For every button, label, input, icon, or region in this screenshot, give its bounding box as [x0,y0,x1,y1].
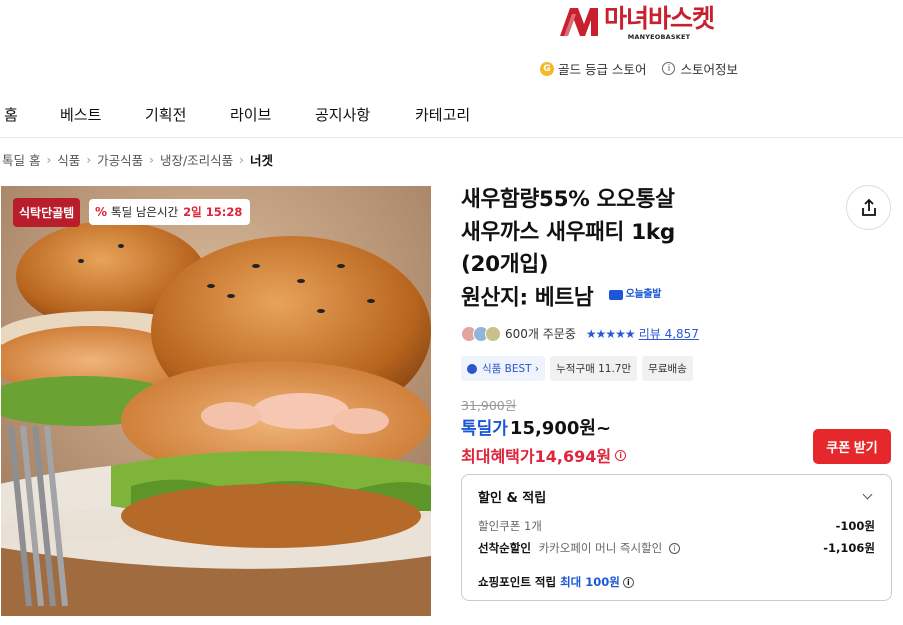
rating-row: 600개 주문중 ★★★★★ 리뷰 4,857 [461,325,699,342]
chevron-right-icon: › [86,152,92,167]
tag-free-shipping: 무료배송 [642,356,693,381]
star-rating-icon: ★★★★★ [585,326,636,341]
share-button[interactable] [846,185,891,230]
deal-price-row: 톡딜가 15,900원~ [461,414,611,440]
nav-exhibition[interactable]: 기획전 [145,104,186,125]
coupon-button[interactable]: 쿠폰 받기 [813,429,891,464]
breadcrumb-item[interactable]: 가공식품 [97,150,143,169]
express-badge: 오늘출발 [608,279,662,312]
coupon-label: 할인쿠폰 1개 [478,519,542,533]
percent-icon: % [95,205,108,219]
store-meta: G 골드 등급 스토어 i 스토어정보 [540,59,738,78]
tag-cumulative: 누적구매 11.7만 [550,356,638,381]
title-line: (20개입) [461,252,549,277]
product-title: 새우함량55% 오오통살 새우까스 새우패티 1kg (20개입) 원산지: 베… [461,184,751,314]
breadcrumb-item[interactable]: 냉장/조리식품 [160,150,233,169]
store-logo[interactable]: 마녀바스켓 MANYEOBASKET [558,4,715,42]
title-line: 새우까스 새우패티 1kg [461,219,675,245]
logo-mark-icon [558,6,600,38]
truck-icon [608,289,623,300]
nav-category[interactable]: 카테고리 [415,104,470,125]
breadcrumb-current[interactable]: 너겟 [250,150,273,169]
point-value: 최대 100원 [560,575,620,589]
info-icon[interactable]: i [622,576,634,588]
title-line: 원산지: 베트남 오늘출발 [461,282,751,315]
breadcrumb-item[interactable]: 톡딜 홈 [2,150,40,169]
first-come-label: 선착순할인 [478,541,531,555]
title-line: 새우함량55% 오오통살 [461,187,675,212]
benefit-header[interactable]: 할인 & 적립 [478,487,875,506]
store-info-link[interactable]: 스토어정보 [680,59,738,78]
max-benefit-value: 14,694원 [534,447,612,466]
chevron-right-icon: › [149,152,154,167]
tag-food-best[interactable]: 식품 BEST › [461,356,546,381]
point-label: 쇼핑포인트 적립 [478,575,557,589]
nav-live[interactable]: 라이브 [230,104,271,125]
max-benefit-row: 최대혜택가 14,694원 i [461,443,627,467]
deal-price-value: 15,900원~ [509,418,612,439]
info-icon[interactable]: i [615,449,627,461]
avatar [485,325,501,342]
nav-best[interactable]: 베스트 [60,104,101,125]
product-tags: 식품 BEST › 누적구매 11.7만 무료배송 [461,356,693,381]
benefit-box: 할인 & 적립 할인쿠폰 1개 -100원 선착순할인 카카오페이 머니 즉시할… [461,474,892,601]
nav-home[interactable]: 홈 [4,104,18,125]
gold-grade-icon: G [540,61,554,76]
deal-price-label: 톡딜가 [461,419,508,439]
max-benefit-label: 최대혜택가 [461,447,535,466]
first-come-amount: -1,106원 [823,541,875,555]
first-come-desc: 카카오페이 머니 즉시할인 [538,541,663,555]
review-link[interactable]: 리뷰 4,857 [639,325,699,342]
order-count: 600개 주문중 [505,327,576,341]
timer-label: 톡딜 남은시간 [111,205,179,219]
chevron-right-icon: › [239,152,244,167]
coupon-line: 할인쿠폰 1개 -100원 [478,518,875,534]
point-line: 쇼핑포인트 적립 최대 100원 i [478,574,875,590]
grade-text: 골드 등급 스토어 [558,62,647,77]
logo-title: 마녀바스켓 [604,4,715,33]
breadcrumb-item[interactable]: 식품 [57,150,80,169]
chevron-right-icon: › [46,152,52,167]
coupon-amount: -100원 [835,519,875,533]
benefit-title: 할인 & 적립 [478,491,547,506]
timer-value: 2일 15:28 [183,205,243,219]
deal-timer-badge: % 톡딜 남은시간 2일 15:28 [89,199,251,225]
first-come-line: 선착순할인 카카오페이 머니 즉시할인 i -1,106원 [478,540,875,556]
buyer-avatars [461,325,501,342]
breadcrumb: 톡딜 홈 › 식품 › 가공식품 › 냉장/조리식품 › 너겟 [2,150,273,169]
share-icon [861,198,876,216]
info-icon[interactable]: i [662,62,676,75]
info-icon[interactable]: i [668,543,680,554]
chevron-down-icon[interactable] [862,489,873,500]
logo-subtitle: MANYEOBASKET [627,33,691,41]
main-nav: 홈 베스트 기획전 라이브 공지사항 카테고리 [0,92,903,138]
title-origin: 원산지: 베트남 [461,284,594,310]
product-image[interactable]: 식탁단골템 % 톡딜 남은시간 2일 15:28 [1,186,431,616]
express-label: 오늘출발 [625,288,662,300]
best-icon [467,363,477,374]
special-badge: 식탁단골템 [13,198,81,227]
burger-illustration [1,186,431,616]
original-price: 31,900원 [461,398,517,413]
nav-notice[interactable]: 공지사항 [315,104,370,125]
tag-label: 식품 BEST › [482,363,540,375]
